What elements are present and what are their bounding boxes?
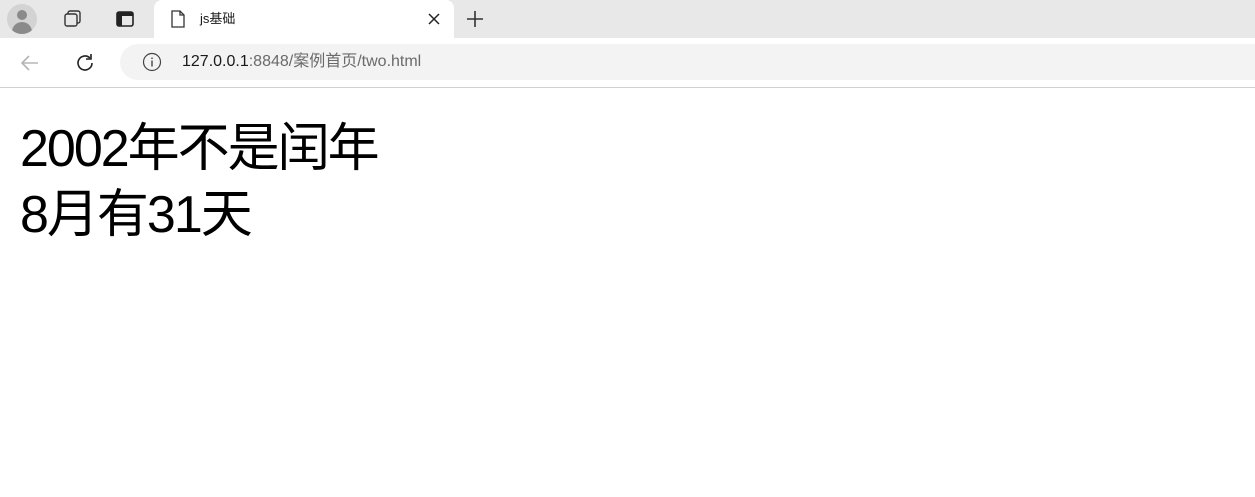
vertical-tabs-button[interactable] xyxy=(109,3,141,35)
url-path: :8848/案例首页/two.html xyxy=(248,53,422,70)
reload-button[interactable] xyxy=(70,48,100,78)
reload-icon xyxy=(77,54,93,71)
close-icon xyxy=(428,13,440,25)
profile-avatar[interactable] xyxy=(7,4,37,34)
back-arrow-icon xyxy=(20,55,38,71)
plus-icon xyxy=(467,11,483,27)
toolbar: 127.0.0.1:8848/案例首页/two.html xyxy=(0,38,1255,88)
tab-close-button[interactable] xyxy=(424,9,444,29)
document-icon xyxy=(171,10,185,28)
tab-title: js基础 xyxy=(200,11,236,26)
new-tab-button[interactable] xyxy=(462,6,488,32)
tab-strip: js基础 xyxy=(0,0,1255,39)
url-host: 127.0.0.1 xyxy=(182,53,249,70)
workspaces-button[interactable] xyxy=(56,3,88,35)
avatar-body xyxy=(12,22,32,34)
days-in-month-result: 8月有31天 xyxy=(20,186,253,244)
page-content: 2002年不是闰年 8月有31天 xyxy=(20,116,380,248)
info-icon[interactable] xyxy=(142,52,162,72)
url-text[interactable]: 127.0.0.1:8848/案例首页/two.html xyxy=(182,53,421,71)
workspaces-icon xyxy=(64,10,81,27)
leap-year-result: 2002年不是闰年 xyxy=(20,120,380,178)
avatar-head xyxy=(17,10,27,20)
active-tab[interactable]: js基础 xyxy=(154,0,454,39)
address-bar[interactable]: 127.0.0.1:8848/案例首页/two.html xyxy=(120,44,1255,80)
vertical-tabs-icon xyxy=(116,11,134,27)
back-button[interactable] xyxy=(15,48,45,78)
